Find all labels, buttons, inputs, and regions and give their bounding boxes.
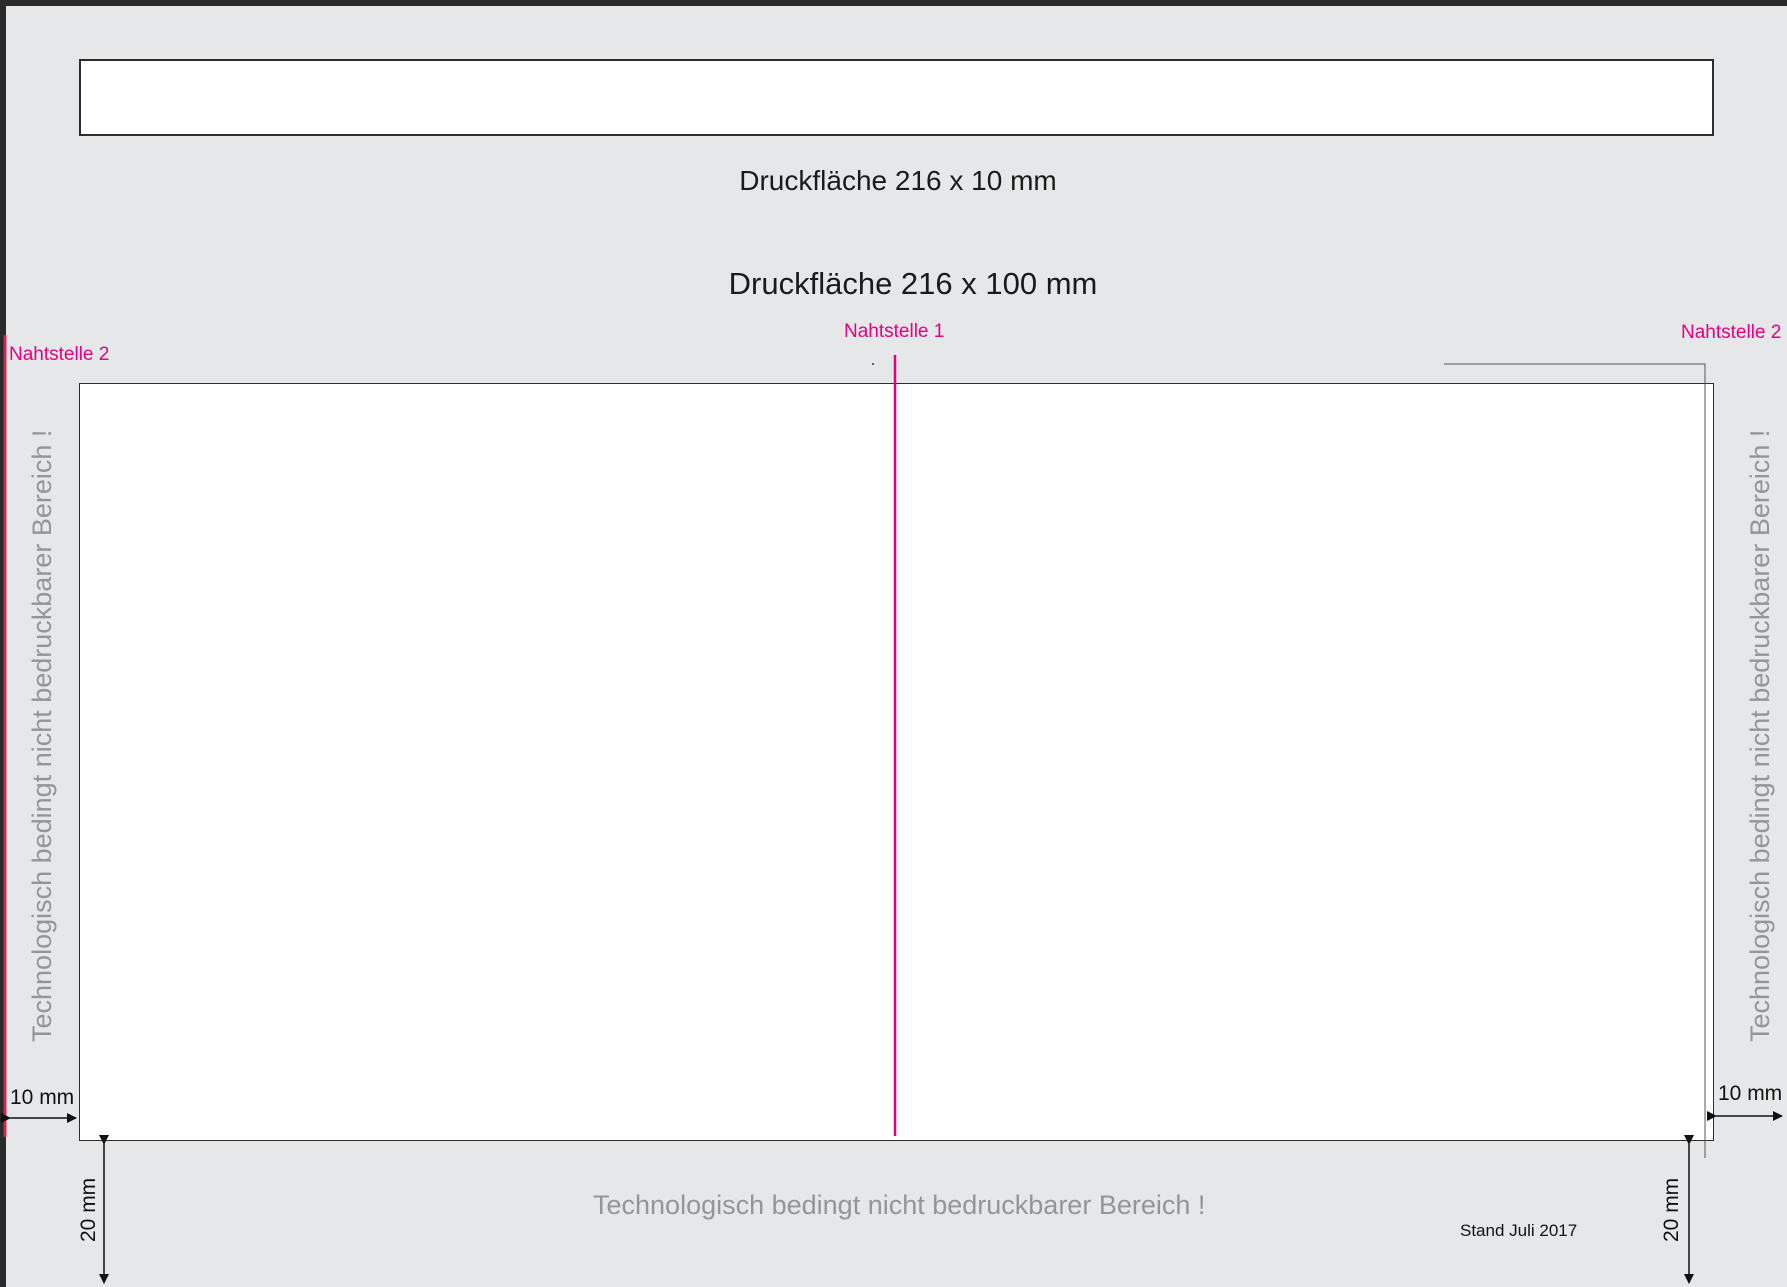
diagram-lines: [1, 335, 1783, 1284]
seam-2-right-guide: [1444, 363, 1706, 1158]
center-dot: [872, 363, 874, 365]
